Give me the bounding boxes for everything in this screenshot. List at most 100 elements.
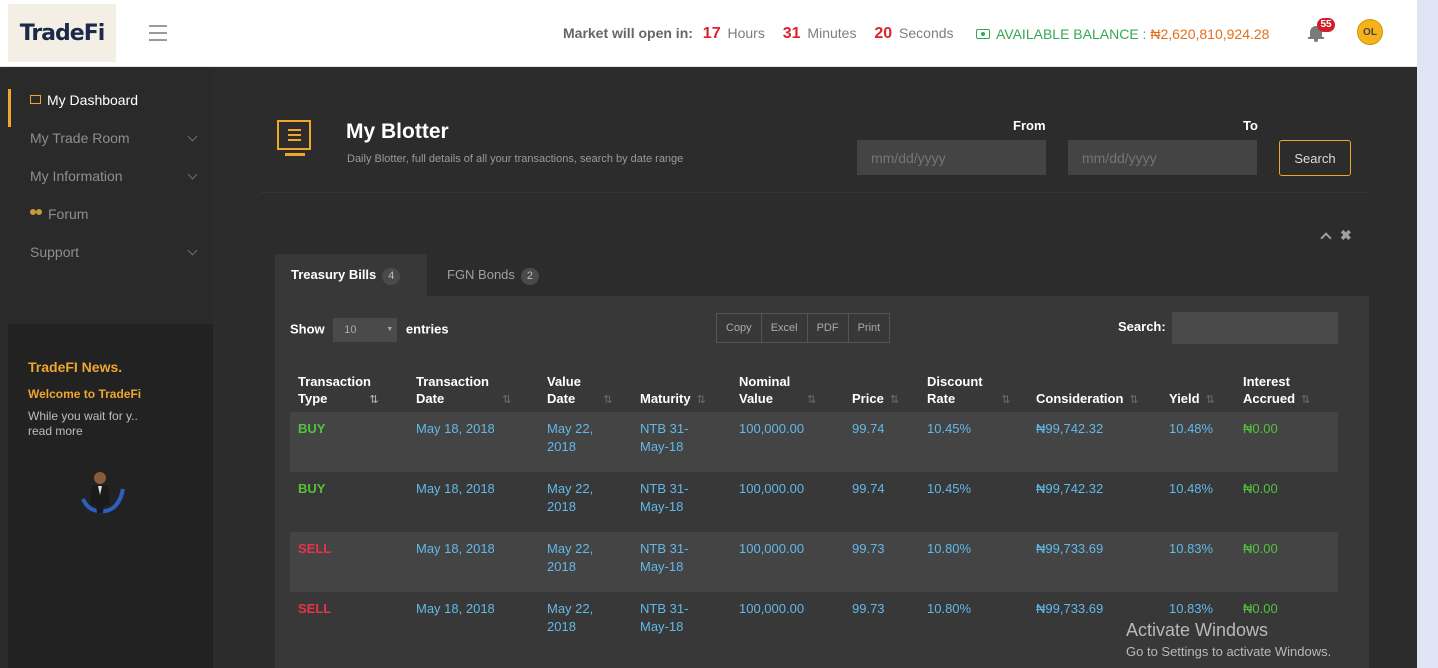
col-value-date[interactable]: Value Date ⇅ [539, 361, 632, 412]
pdf-button[interactable]: PDF [808, 314, 849, 342]
chevron-up-icon[interactable] [1320, 232, 1332, 244]
blotter-table: Transaction Type ⇅ Transaction Date ⇅ Value D… [290, 361, 1338, 652]
menu-toggle-icon[interactable] [149, 25, 167, 46]
hours-unit: Hours [727, 25, 765, 41]
cell-type: BUY [290, 472, 408, 532]
tab-label: FGN Bonds [447, 267, 515, 282]
sidebar-item-label: My Dashboard [47, 92, 139, 108]
search-button[interactable]: Search [1279, 140, 1351, 176]
print-button[interactable]: Print [849, 314, 890, 342]
col-interest-accrued[interactable]: Interest Accrued ⇅ [1235, 361, 1338, 412]
news-headline[interactable]: Welcome to TradeFi [28, 387, 213, 401]
page-subtitle: Daily Blotter, full details of all your … [347, 153, 684, 165]
from-label: From [1013, 118, 1046, 133]
dashboard-icon [30, 95, 41, 104]
close-icon[interactable]: ✖ [1340, 227, 1352, 244]
cell-transaction-date: May 18, 2018 [408, 412, 539, 472]
col-transaction-type[interactable]: Transaction Type ⇅ [290, 361, 408, 412]
sidebar-item-forum[interactable]: Forum [8, 203, 213, 241]
cell-maturity: NTB 31- May-18 [632, 472, 731, 532]
cell-discount-rate: 10.45% [919, 472, 1028, 532]
show-label: Show [290, 321, 325, 337]
user-avatar[interactable]: OL [1357, 19, 1383, 45]
col-discount-rate[interactable]: Discount Rate ⇅ [919, 361, 1028, 412]
table-search-input[interactable] [1172, 312, 1338, 344]
sidebar-item-trade-room[interactable]: My Trade Room [8, 127, 213, 165]
news-title: TradeFI News. [28, 359, 123, 375]
cell-nominal-value: 100,000.00 [731, 472, 844, 532]
table-row[interactable]: BUY May 18, 2018 May 22, 2018 NTB 31- May-… [290, 412, 1338, 472]
money-icon [976, 29, 990, 39]
cell-interest-accrued: ₦0.00 [1235, 472, 1338, 532]
col-consideration[interactable]: Consideration ⇅ [1028, 361, 1161, 412]
col-price[interactable]: Price ⇅ [844, 361, 919, 412]
cell-nominal-value: 100,000.00 [731, 592, 844, 652]
entries-label: entries [405, 321, 449, 337]
table-row[interactable]: SELL May 18, 2018 May 22, 2018 NTB 31- May… [290, 532, 1338, 592]
to-date-input[interactable] [1068, 140, 1257, 175]
seconds-value: 20 [874, 25, 893, 42]
tradefi-logo[interactable]: TradeFi [8, 4, 116, 62]
sidebar-item-label: Forum [48, 206, 89, 222]
sidebar-item-dashboard[interactable]: My Dashboard [8, 89, 213, 127]
sidebar-nav: My Dashboard My Trade Room My Informatio… [8, 67, 213, 324]
col-transaction-date[interactable]: Transaction Date ⇅ [408, 361, 539, 412]
cell-nominal-value: 100,000.00 [731, 412, 844, 472]
cell-maturity: NTB 31- May-18 [632, 532, 731, 592]
read-more-link[interactable]: read more [28, 424, 213, 438]
col-maturity[interactable]: Maturity ⇅ [632, 361, 731, 412]
sidebar-item-label: Support [30, 244, 80, 260]
divider [261, 192, 1369, 193]
cell-transaction-date: May 18, 2018 [408, 532, 539, 592]
cell-yield: 10.48% [1161, 412, 1235, 472]
notification-badge[interactable]: 55 [1317, 18, 1335, 32]
cell-interest-accrued: ₦0.00 [1235, 412, 1338, 472]
top-header: TradeFi Market will open in: 17 Hours 31… [0, 0, 1417, 67]
cell-type: SELL [290, 592, 408, 652]
monitor-stand [285, 153, 305, 156]
cell-nominal-value: 100,000.00 [731, 532, 844, 592]
cell-value-date: May 22, 2018 [539, 412, 632, 472]
excel-button[interactable]: Excel [762, 314, 808, 342]
tab-label: Treasury Bills [291, 267, 377, 282]
cell-maturity: NTB 31- May-18 [632, 592, 731, 652]
entries-length-control: Show 10 entries [290, 318, 449, 342]
main-content: My Blotter Daily Blotter, full details o… [213, 67, 1417, 668]
col-yield[interactable]: Yield ⇅ [1161, 361, 1235, 412]
sidebar-item-support[interactable]: Support [8, 241, 213, 279]
cell-discount-rate: 10.45% [919, 412, 1028, 472]
available-balance: AVAILABLE BALANCE : ₦2,620,810,924.28 [976, 26, 1269, 42]
tab-treasury-bills[interactable]: Treasury Bills 4 [275, 254, 427, 296]
cell-type: SELL [290, 532, 408, 592]
sidebar-item-label: My Information [30, 168, 123, 184]
tab-fgn-bonds[interactable]: FGN Bonds 2 [431, 254, 561, 296]
users-icon [30, 209, 42, 219]
cell-price: 99.74 [844, 412, 919, 472]
windows-activation-watermark: Activate Windows Go to Settings to activ… [1126, 620, 1331, 659]
cell-value-date: May 22, 2018 [539, 472, 632, 532]
logo-text: TradeFi [19, 20, 106, 46]
cell-price: 99.73 [844, 532, 919, 592]
sidebar-item-information[interactable]: My Information [8, 165, 213, 203]
cell-price: 99.74 [844, 472, 919, 532]
cell-discount-rate: 10.80% [919, 532, 1028, 592]
copy-button[interactable]: Copy [717, 314, 762, 342]
market-label: Market will open in: [563, 25, 693, 41]
chevron-down-icon [187, 131, 198, 142]
cell-consideration: ₦99,733.69 [1028, 532, 1161, 592]
seconds-unit: Seconds [899, 25, 954, 41]
col-nominal-value[interactable]: Nominal Value ⇅ [731, 361, 844, 412]
cell-value-date: May 22, 2018 [539, 592, 632, 652]
entries-select[interactable]: 10 [333, 318, 398, 342]
watermark-title: Activate Windows [1126, 620, 1269, 640]
blotter-panel: Show 10 entries Copy Excel PDF Print Sea… [275, 296, 1369, 668]
chevron-down-icon [187, 169, 198, 180]
balance-value: ₦2,620,810,924.28 [1150, 26, 1270, 42]
to-label: To [1243, 118, 1258, 133]
cell-discount-rate: 10.80% [919, 592, 1028, 652]
minutes-value: 31 [782, 25, 801, 42]
table-row[interactable]: BUY May 18, 2018 May 22, 2018 NTB 31- May-… [290, 472, 1338, 532]
from-date-input[interactable] [857, 140, 1046, 175]
sidebar-item-label: My Trade Room [30, 130, 130, 146]
table-header-row: Transaction Type ⇅ Transaction Date ⇅ Value D… [290, 361, 1338, 412]
